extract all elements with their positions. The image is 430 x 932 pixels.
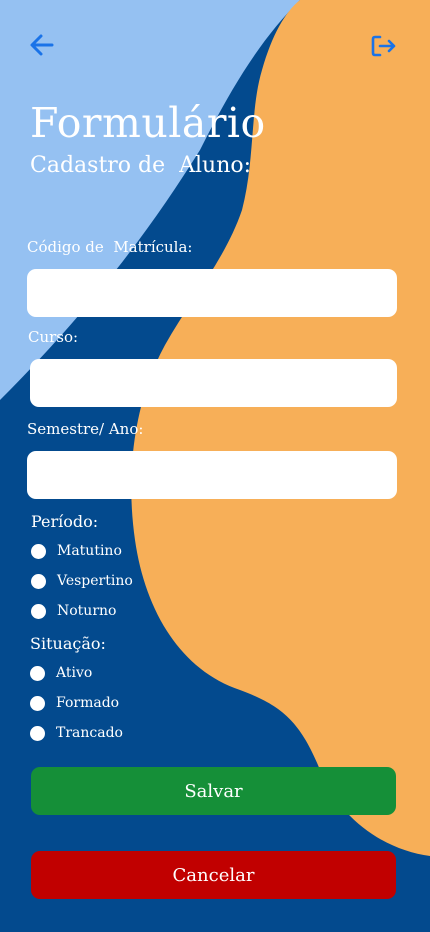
radio-circle[interactable] xyxy=(30,695,45,711)
radio-situacao-trancado[interactable]: Trancado xyxy=(30,723,123,743)
radio-circle[interactable] xyxy=(31,603,46,619)
radio-label: Vespertino xyxy=(57,573,133,589)
radio-label: Noturno xyxy=(57,603,117,619)
periodo-label: Período: xyxy=(31,512,99,531)
matricula-label: Código de Matrícula: xyxy=(27,238,193,256)
page-subtitle: Cadastro de Aluno: xyxy=(30,153,252,178)
arrow-left-icon xyxy=(30,34,54,56)
semestre-label: Semestre/ Ano: xyxy=(27,420,144,438)
radio-circle[interactable] xyxy=(30,665,45,681)
radio-periodo-vespertino[interactable]: Vespertino xyxy=(31,571,133,591)
radio-circle[interactable] xyxy=(31,543,46,559)
radio-label: Formado xyxy=(56,695,120,711)
curso-label: Curso: xyxy=(28,328,79,346)
logout-icon xyxy=(371,35,396,57)
matricula-input[interactable] xyxy=(27,269,397,317)
radio-situacao-ativo[interactable]: Ativo xyxy=(30,663,92,683)
radio-circle[interactable] xyxy=(31,573,46,589)
radio-label: Trancado xyxy=(56,725,123,741)
radio-situacao-formado[interactable]: Formado xyxy=(30,693,119,713)
back-button[interactable] xyxy=(26,29,58,61)
radio-circle[interactable] xyxy=(30,725,45,741)
radio-label: Matutino xyxy=(57,543,122,559)
save-button[interactable]: Salvar xyxy=(31,767,396,815)
semestre-input[interactable] xyxy=(27,451,397,499)
radio-periodo-noturno[interactable]: Noturno xyxy=(31,601,116,621)
radio-periodo-matutino[interactable]: Matutino xyxy=(31,541,122,561)
student-registration-screen: Formulário Cadastro de Aluno: Código de … xyxy=(0,0,430,932)
situacao-label: Situação: xyxy=(30,634,106,653)
page-title: Formulário xyxy=(30,99,266,147)
cancel-button[interactable]: Cancelar xyxy=(31,851,396,899)
radio-label: Ativo xyxy=(56,665,93,681)
logout-button[interactable] xyxy=(367,30,399,62)
curso-input[interactable] xyxy=(30,359,397,407)
